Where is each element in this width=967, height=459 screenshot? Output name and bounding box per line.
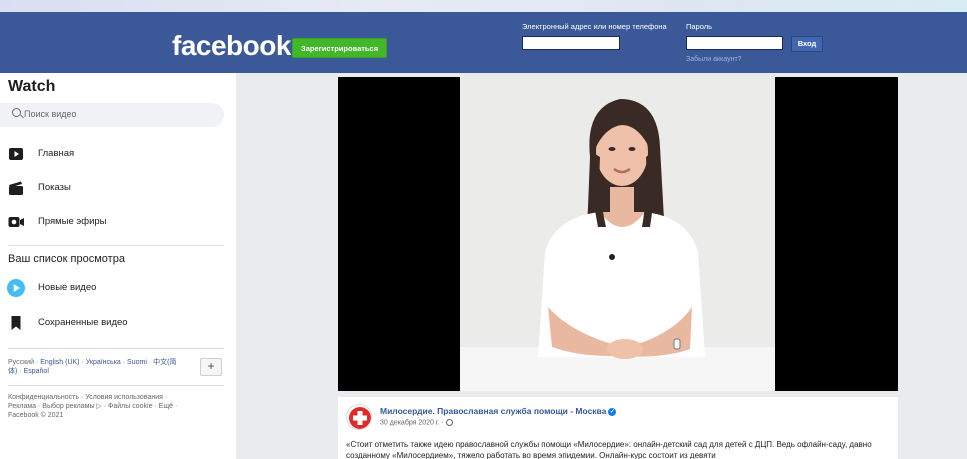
post-text: «Стоит отметить также идею православной … [346,440,872,459]
divider [8,385,224,386]
sidebar-item-saved-videos[interactable]: Сохраненные видео [0,309,236,337]
video-frame [460,77,775,391]
sidebar-item-label: Показы [38,182,71,193]
language-link[interactable]: Українська [86,359,121,366]
page-title: Watch [8,78,56,95]
footer-links[interactable]: Конфиденциальность · Условия использован… [8,393,188,420]
divider [8,245,224,246]
watch-sidebar: Watch Поиск видео Главная Показы Прямые … [0,73,236,459]
video-player[interactable] [338,77,898,391]
language-list: Русский · English (UK) · Українська · Su… [8,359,177,375]
more-languages-button[interactable]: + [200,358,222,376]
email-label: Электронный адрес или номер телефона [522,22,667,31]
sidebar-item-label: Главная [38,148,75,159]
verified-badge-icon: ✓ [608,407,617,416]
divider [8,348,224,349]
facebook-logo[interactable]: facebook [172,30,291,62]
home-video-icon [9,148,23,160]
password-label: Пароль [686,22,713,31]
search-input[interactable]: Поиск видео [0,103,224,127]
post-date-text[interactable]: 30 декабря 2020 г. · [380,419,444,426]
password-field[interactable] [686,36,783,50]
sidebar-item-live[interactable]: Прямые эфиры [0,208,236,236]
sidebar-item-shows[interactable]: Показы [0,174,236,202]
signup-button[interactable]: Зарегистрироваться [292,38,388,58]
search-placeholder: Поиск видео [24,109,77,119]
post-card: Милосердие. Православная служба помощи -… [338,397,898,459]
bookmark-icon [11,316,21,330]
clapperboard-icon [9,181,23,195]
top-header: facebook Зарегистрироваться Электронный … [0,12,967,73]
page-avatar[interactable] [346,404,372,430]
sidebar-item-label: Прямые эфиры [38,216,107,227]
forgot-account-link[interactable]: Забыли аккаунт? [686,56,742,63]
current-language: Русский [8,359,34,366]
live-camera-icon [8,217,24,227]
language-link[interactable]: English (UK) [40,359,79,366]
globe-icon [445,419,453,426]
sidebar-item-label: Новые видео [38,282,97,293]
post-date[interactable]: 30 декабря 2020 г. · [380,419,453,426]
sidebar-item-label: Сохраненные видео [38,317,128,328]
browser-top-strip [0,0,967,12]
search-icon [12,108,21,117]
language-link[interactable]: Español [24,368,49,375]
watchlist-heading: Ваш список просмотра [8,253,125,265]
post-author[interactable]: Милосердие. Православная служба помощи -… [380,406,617,416]
sidebar-item-new-videos[interactable]: Новые видео [0,274,236,302]
red-cross-logo-icon [349,407,371,429]
login-button[interactable]: Вход [791,36,823,52]
play-circle-icon [7,279,25,297]
video-thumbnail-woman [460,77,775,391]
language-link[interactable]: Suomi [127,359,147,366]
sidebar-item-home[interactable]: Главная [0,140,236,168]
post-author-name[interactable]: Милосердие. Православная служба помощи -… [380,406,606,416]
email-field[interactable] [522,36,620,50]
